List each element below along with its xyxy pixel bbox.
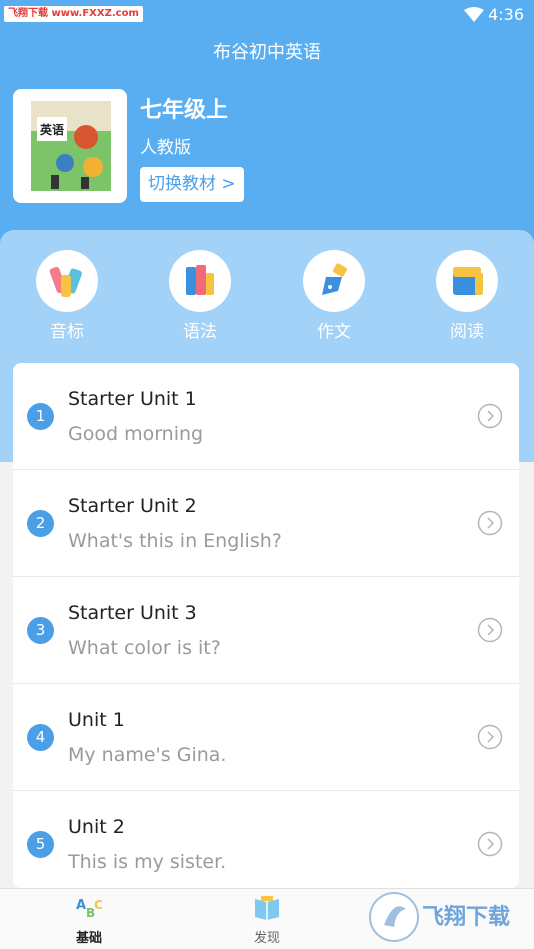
app-title: 布谷初中英语	[213, 42, 321, 63]
unit-row[interactable]: 1 Starter Unit 1 Good morning	[13, 363, 519, 470]
tab-basics[interactable]: A B C 基础	[49, 895, 129, 946]
abc-icon: A B C	[76, 898, 103, 920]
chevron-right-icon	[477, 724, 503, 750]
feature-grammar[interactable]: 语法	[160, 250, 240, 342]
unit-list: 1 Starter Unit 1 Good morning 2 Starter …	[13, 363, 519, 888]
textbook-cover-card[interactable]: 英语	[13, 89, 127, 203]
notebook-icon	[453, 267, 483, 295]
unit-title: Starter Unit 2	[68, 495, 197, 517]
unit-title: Starter Unit 1	[68, 388, 197, 410]
feature-label: 作文	[317, 322, 351, 342]
pen-nib-icon	[322, 263, 347, 295]
chevron-right-icon	[477, 617, 503, 643]
feature-grid: 音标 语法 作文 阅读	[0, 250, 534, 345]
feature-reading[interactable]: 阅读	[427, 250, 507, 342]
books-icon	[186, 265, 214, 295]
svg-text:C: C	[94, 898, 103, 912]
unit-title: Unit 2	[68, 816, 125, 838]
unit-subtitle: This is my sister.	[68, 851, 227, 873]
tab-label: 发现	[253, 931, 280, 946]
unit-title: Starter Unit 3	[68, 602, 197, 624]
brand-watermark-logo: 飞翔下载	[369, 892, 510, 942]
feature-label: 阅读	[450, 322, 484, 342]
unit-subtitle: What's this in English?	[68, 530, 282, 552]
book-open-icon	[255, 896, 279, 920]
unit-row[interactable]: 3 Starter Unit 3 What color is it?	[13, 577, 519, 684]
feature-phonetics[interactable]: 音标	[27, 250, 107, 342]
unit-subtitle: My name's Gina.	[68, 744, 227, 766]
tab-label: 基础	[75, 931, 102, 946]
chevron-right-icon	[477, 403, 503, 429]
edition-label: 人教版	[140, 138, 191, 158]
tab-discover[interactable]: 发现	[227, 895, 307, 946]
status-bar: 飞翔下载 www.FXXZ.com 4:36	[0, 0, 534, 30]
chevron-right-icon	[477, 510, 503, 536]
unit-subtitle: Good morning	[68, 423, 204, 445]
crayons-icon	[49, 266, 82, 297]
brand-watermark-text: 飞翔下载	[422, 904, 510, 930]
grade-title: 七年级上	[140, 98, 229, 123]
svg-text:A: A	[76, 898, 86, 913]
unit-number-badge: 4	[27, 724, 54, 751]
chevron-right-icon	[477, 831, 503, 857]
unit-row[interactable]: 4 Unit 1 My name's Gina.	[13, 684, 519, 791]
feature-label: 音标	[50, 322, 84, 342]
cover-label: 英语	[40, 122, 64, 137]
unit-title: Unit 1	[68, 709, 125, 731]
unit-row[interactable]: 5 Unit 2 This is my sister.	[13, 791, 519, 888]
clock: 4:36	[488, 5, 524, 24]
feature-label: 语法	[183, 322, 217, 342]
unit-number-badge: 2	[27, 510, 54, 537]
wifi-icon	[464, 7, 484, 22]
unit-number-badge: 5	[27, 831, 54, 858]
textbook-cover-icon: 英语	[31, 101, 111, 191]
unit-number-badge: 3	[27, 617, 54, 644]
unit-number-badge: 1	[27, 403, 54, 430]
unit-subtitle: What color is it?	[68, 637, 221, 659]
unit-row[interactable]: 2 Starter Unit 2 What's this in English?	[13, 470, 519, 577]
feature-writing[interactable]: 作文	[294, 250, 374, 342]
switch-textbook-button[interactable]: 切换教材 >	[140, 167, 244, 202]
watermark-badge: 飞翔下载 www.FXXZ.com	[4, 6, 143, 22]
